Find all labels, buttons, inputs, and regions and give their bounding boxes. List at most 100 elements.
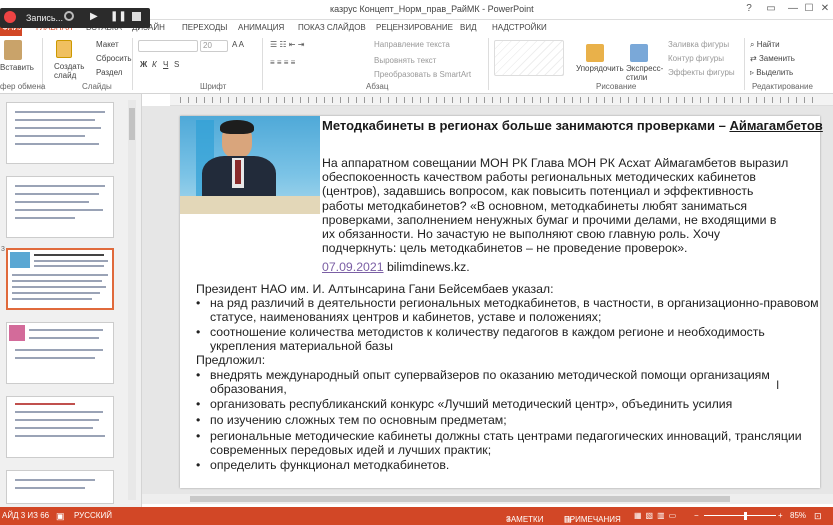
bullet-item[interactable]: соотношение количества методистов к коли…	[210, 325, 765, 353]
slide-counter: АЙД 3 ИЗ 66	[2, 511, 50, 520]
tab-review[interactable]: РЕЦЕНЗИРОВАНИЕ	[376, 23, 453, 32]
bullet-item[interactable]: региональные методические кабинеты должн…	[210, 429, 802, 457]
smartart-button[interactable]: Преобразовать в SmartArt	[374, 70, 471, 79]
align-text-button[interactable]: Выровнять текст	[374, 56, 436, 65]
bullet-icon: •	[196, 413, 201, 427]
fit-slide-icon[interactable]: ⊡	[814, 511, 822, 522]
arrange-icon	[586, 44, 604, 62]
speaker-photo	[180, 116, 320, 214]
group-drawing-label: Рисование	[596, 82, 637, 91]
tab-animation[interactable]: АНИМАЦИЯ	[238, 23, 284, 32]
window-title: казрус Концепт_Норм_прав_РайМК - PowerPo…	[330, 4, 534, 14]
bold-button[interactable]: Ж	[140, 60, 147, 69]
bullet-item[interactable]: организовать республиканский конкурс «Лу…	[210, 397, 732, 411]
quick-styles-icon	[630, 44, 648, 62]
bullet-item[interactable]: внедрять международный опыт супервайзеро…	[210, 368, 770, 396]
strike-button[interactable]: S	[174, 60, 179, 69]
bullet-item[interactable]: определить функционал методкабинетов.	[210, 458, 449, 472]
bullet-icon: •	[196, 458, 201, 472]
text-line: их обязанности. Но зачастую не выполняют…	[322, 227, 721, 242]
tab-transitions[interactable]: ПЕРЕХОДЫ	[182, 23, 227, 32]
layout-button[interactable]: Макет	[96, 40, 119, 49]
bullet-icon: •	[196, 296, 201, 310]
group-font-label: Шрифт	[200, 82, 227, 91]
font-size-field[interactable]: 20	[200, 40, 228, 52]
slide-title[interactable]: Методкабинеты в регионах больше занимают…	[322, 118, 823, 133]
text-direction-button[interactable]: Направление текста	[374, 40, 450, 49]
slide[interactable]: Методкабинеты в регионах больше занимают…	[180, 116, 823, 488]
date-link[interactable]: 07.09.2021	[322, 260, 384, 274]
stop-icon[interactable]	[132, 12, 141, 21]
slide-thumbnail[interactable]	[6, 396, 114, 458]
create-slide-button[interactable]: Создать слайд	[54, 62, 84, 80]
slide-number: 3	[1, 246, 5, 253]
bullet-item[interactable]: на ряд различий в деятельности региональ…	[210, 296, 819, 324]
arrange-button[interactable]: Упорядочить	[576, 64, 624, 73]
section-button[interactable]: Раздел	[96, 68, 122, 77]
find-button[interactable]: ⌕ Найти	[750, 40, 780, 50]
text-line: соотношение количества методистов к коли…	[210, 325, 765, 339]
replace-button[interactable]: ⇄ Заменить	[750, 54, 795, 63]
president-line[interactable]: Президент НАО им. И. Алтынсарина Гани Бе…	[196, 282, 554, 296]
shape-outline-button[interactable]: Контур фигуры	[668, 54, 724, 63]
slide-thumbnail[interactable]	[6, 470, 114, 504]
bullets-button[interactable]: ☰ ☷ ⇤ ⇥	[270, 40, 304, 49]
bullet-icon: •	[196, 397, 201, 411]
source-line: 07.09.2021 bilimdinews.kz.	[322, 260, 470, 274]
ribbon: Вставить Создать слайд Макет Сбросить Ра…	[0, 36, 833, 94]
slide-thumbnails-pane: 3	[0, 94, 142, 509]
proposed-heading[interactable]: Предложил:	[196, 353, 265, 367]
play-icon[interactable]: ▶	[90, 11, 98, 22]
zoom-slider[interactable]	[704, 515, 776, 516]
express-styles-button[interactable]: Экспресс-стили	[626, 64, 663, 82]
quote-paragraph[interactable]: На аппаратном совещании МОН РК Глава МОН…	[322, 156, 788, 255]
thumbnails-scrollbar[interactable]	[128, 100, 136, 500]
horizontal-scrollbar-thumb[interactable]	[190, 496, 730, 502]
shape-effects-button[interactable]: Эффекты фигуры	[668, 68, 735, 77]
zoom-out-button[interactable]: −	[694, 511, 699, 520]
bullet-item[interactable]: по изучению сложных тем по основным пред…	[210, 413, 507, 427]
font-grow-button[interactable]: A A	[232, 40, 244, 49]
spellcheck-icon[interactable]: ▣	[56, 511, 65, 522]
recorder-label: Запись...	[26, 13, 64, 23]
slide-thumbnail[interactable]	[6, 176, 114, 238]
notes-label: ЗАМЕТКИ	[506, 515, 544, 524]
select-button[interactable]: ▹ Выделить	[750, 68, 793, 77]
font-name-field[interactable]	[138, 40, 198, 52]
zoom-in-button[interactable]: +	[778, 511, 783, 520]
align-buttons[interactable]: ≡ ≡ ≡ ≡	[270, 58, 295, 67]
thumbnails-scrollbar-thumb[interactable]	[129, 108, 135, 140]
reset-button[interactable]: Сбросить	[96, 54, 132, 63]
underline-button[interactable]: Ч	[163, 60, 168, 69]
replace-label: Заменить	[758, 54, 795, 63]
bullet-icon: •	[196, 368, 201, 382]
zoom-slider-handle[interactable]	[744, 512, 747, 520]
text-line: внедрять международный опыт супервайзеро…	[210, 368, 770, 382]
group-clipboard-label: фер обмена	[0, 82, 46, 91]
view-buttons[interactable]: ▦▧▥▭	[634, 511, 680, 520]
shape-fill-button[interactable]: Заливка фигуры	[668, 40, 729, 49]
shapes-gallery[interactable]	[494, 40, 564, 76]
italic-button[interactable]: К	[152, 60, 157, 69]
text-line: укрепления материальной базы	[210, 339, 393, 354]
text-line: проверками, заполнением ненужных бумаг и…	[322, 212, 777, 227]
tab-addins[interactable]: НАДСТРОЙКИ	[492, 23, 547, 32]
text-line: На аппаратном совещании МОН РК Глава МОН…	[322, 156, 789, 170]
tab-view[interactable]: ВИД	[460, 23, 477, 32]
text-line: подчеркнуть: цель методкабинетов – не пр…	[322, 241, 688, 256]
paste-button[interactable]: Вставить	[0, 63, 34, 72]
comments-label: ПРИМЕЧАНИЯ	[564, 515, 621, 524]
close-button[interactable]: ✕	[816, 3, 833, 14]
divider	[744, 38, 745, 90]
language-indicator[interactable]: РУССКИЙ	[74, 511, 112, 520]
tab-slideshow[interactable]: ПОКАЗ СЛАЙДОВ	[298, 23, 366, 32]
help-button[interactable]: ?	[740, 3, 758, 14]
slide-thumbnail[interactable]	[6, 322, 114, 384]
pause-icon[interactable]: ❚❚	[110, 11, 127, 22]
ribbon-display-button[interactable]: ▭	[762, 3, 780, 14]
zoom-level[interactable]: 85%	[790, 511, 806, 520]
replace-icon: ⇄	[750, 54, 759, 63]
slide-thumbnail[interactable]	[6, 102, 114, 164]
ruler	[170, 94, 833, 106]
slide-thumbnail-selected[interactable]	[6, 248, 114, 310]
